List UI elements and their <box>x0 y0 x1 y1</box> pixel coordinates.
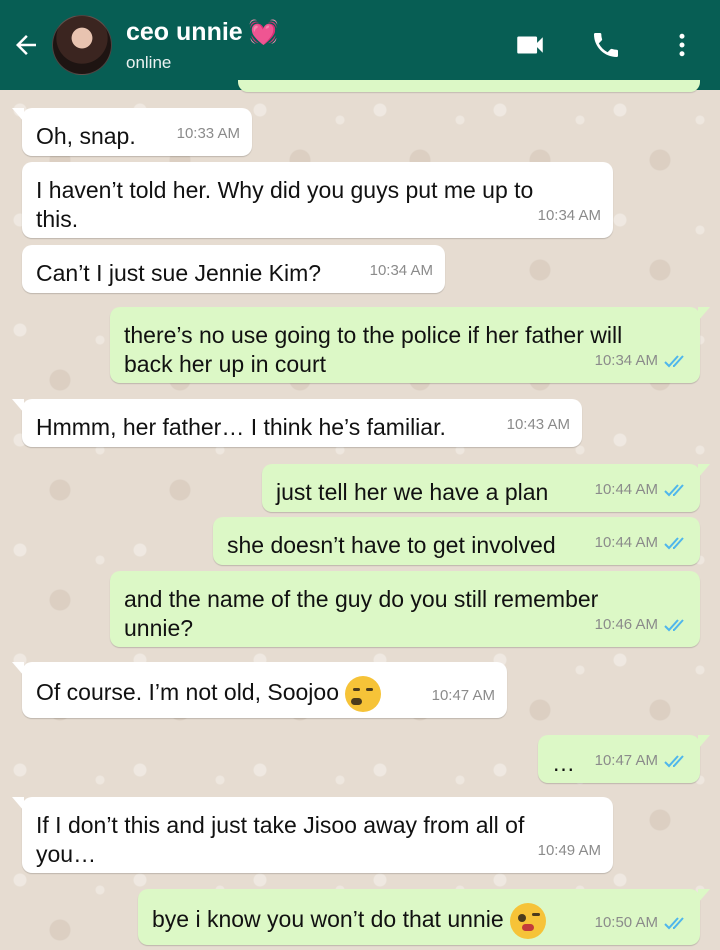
message-bubble[interactable]: If I don’t this and just take Jisoo away… <box>12 797 613 873</box>
double-check-icon <box>664 483 684 496</box>
message-text: Hmmm, her father… I think he’s familiar. <box>36 414 446 440</box>
message-bubble[interactable]: Hmmm, her father… I think he’s familiar.… <box>12 399 582 447</box>
message-time: 10:33 AM <box>176 125 240 142</box>
double-check-icon <box>664 618 684 631</box>
message-text: bye i know you won’t do that unnie <box>152 906 504 933</box>
message-text: Of course. I’m not old, Soojoo <box>36 679 339 706</box>
arrow-left-icon <box>16 35 36 55</box>
face-blowing-kiss-icon <box>509 903 546 939</box>
more-options-button[interactable] <box>644 0 720 90</box>
message-bubble[interactable]: Of course. I’m not old, Soojoo 10:47 AM <box>12 662 507 718</box>
message-bubble[interactable]: I haven’t told her. Why did you guys put… <box>22 162 613 238</box>
video-call-icon <box>517 36 543 54</box>
message-time: 10:44 AM <box>594 481 658 498</box>
message-text: … <box>552 750 575 776</box>
message-bubble[interactable]: Can’t I just sue Jennie Kim? 10:34 AM <box>22 245 445 293</box>
message-time: 10:47 AM <box>594 752 658 769</box>
double-check-icon <box>664 354 684 367</box>
message-bubble[interactable]: and the name of the guy do you still rem… <box>110 571 700 647</box>
message-time: 10:43 AM <box>506 416 570 433</box>
video-call-button[interactable] <box>492 0 568 90</box>
message-time: 10:34 AM <box>594 352 658 369</box>
message-time: 10:46 AM <box>594 616 658 633</box>
back-button[interactable] <box>0 0 52 90</box>
message-bubble[interactable]: Oh, snap. 10:33 AM <box>12 108 252 156</box>
message-text: Oh, snap. <box>36 123 136 149</box>
message-time: 10:34 AM <box>369 262 433 279</box>
message-time: 10:49 AM <box>537 842 601 859</box>
message-bubble[interactable]: she doesn’t have to get involved 10:44 A… <box>213 517 700 565</box>
message-text: she doesn’t have to get involved <box>227 532 556 558</box>
message-text: just tell her we have a plan <box>276 479 549 505</box>
contact-name: ceo unnie <box>126 17 243 46</box>
double-check-icon <box>664 754 684 767</box>
message-text: Can’t I just sue Jennie Kim? <box>36 260 322 286</box>
message-time: 10:34 AM <box>537 207 601 224</box>
message-text: there’s no use going to the police if he… <box>124 322 623 377</box>
message-bubble[interactable]: … 10:47 AM <box>538 735 710 783</box>
avatar[interactable] <box>52 15 112 75</box>
message-time: 10:44 AM <box>594 534 658 551</box>
phone-icon <box>594 33 618 57</box>
message-text: I haven’t told her. Why did you guys put… <box>36 177 534 232</box>
message-list[interactable]: Oh, snap. 10:33 AM I haven’t told her. W… <box>0 90 720 950</box>
double-check-icon <box>664 536 684 549</box>
message-text: If I don’t this and just take Jisoo away… <box>36 812 525 867</box>
double-check-icon <box>664 916 684 929</box>
message-bubble[interactable]: just tell her we have a plan 10:44 AM <box>262 464 710 512</box>
contact-status: online <box>126 52 172 72</box>
message-bubble[interactable]: bye i know you won’t do that unnie 10:50… <box>138 889 710 945</box>
message-bubble[interactable]: there’s no use going to the police if he… <box>110 307 710 383</box>
message-time: 10:47 AM <box>431 687 495 704</box>
message-text: and the name of the guy do you still rem… <box>124 586 599 641</box>
contact-info[interactable]: ceo unnie 💓 online <box>126 18 492 73</box>
expressionless-face-icon <box>345 676 381 712</box>
heart-emoji-icon: 💓 <box>248 18 279 46</box>
voice-call-button[interactable] <box>568 0 644 90</box>
message-time: 10:50 AM <box>594 914 658 931</box>
more-vert-icon <box>679 33 685 57</box>
chat-header: ceo unnie 💓 online <box>0 0 720 90</box>
